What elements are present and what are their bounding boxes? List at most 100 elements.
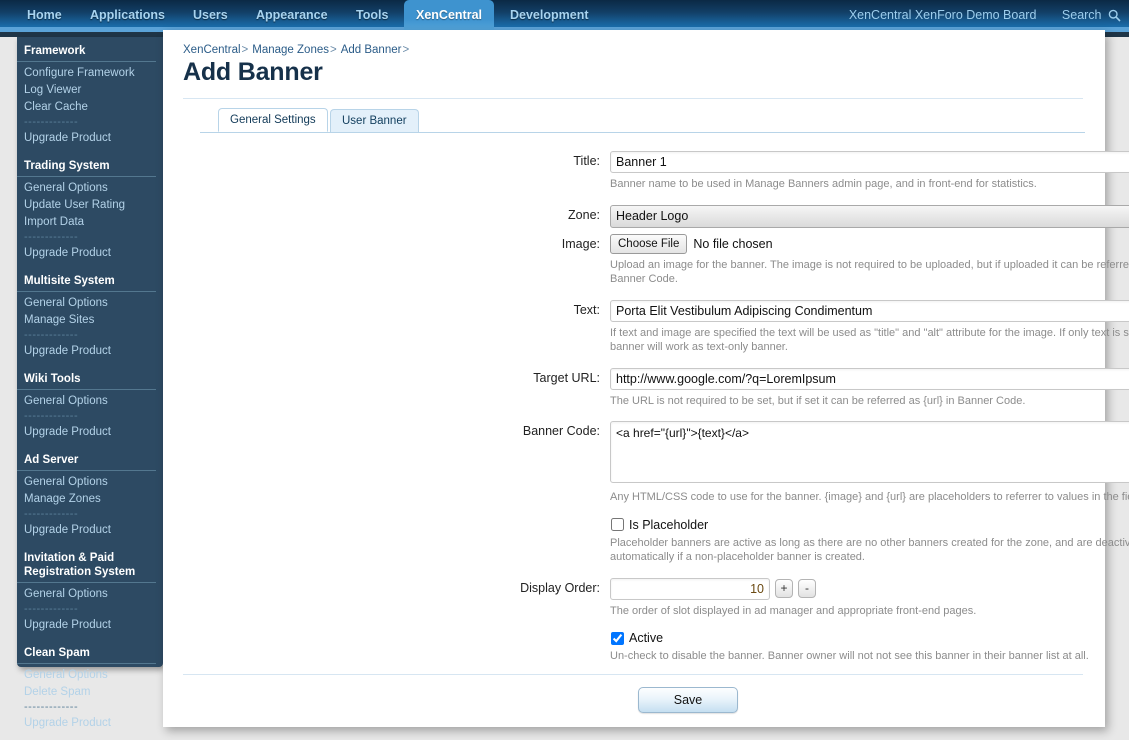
- title-input[interactable]: [610, 151, 1129, 173]
- sidebar-item-general-options[interactable]: General Options: [17, 393, 163, 410]
- nav-tab-home[interactable]: Home: [15, 0, 74, 32]
- active-checkbox[interactable]: [611, 631, 624, 645]
- target-url-label: Target URL:: [533, 370, 600, 385]
- search-label: Search: [1061, 8, 1102, 22]
- display-order-label: Display Order:: [520, 580, 600, 595]
- is-placeholder-wrap[interactable]: Is Placeholder: [610, 518, 1040, 532]
- sidebar-group-title: Trading System: [17, 158, 156, 177]
- sidebar-item-clear-cache[interactable]: Clear Cache: [17, 99, 163, 116]
- text-field-wrap: [610, 299, 1129, 322]
- sidebar-group-title: Wiki Tools: [17, 371, 156, 390]
- breadcrumb-item[interactable]: Add Banner: [341, 44, 402, 56]
- breadcrumb-item[interactable]: Manage Zones: [252, 44, 329, 56]
- tab-general-settings[interactable]: General Settings: [218, 108, 328, 132]
- tab-bar: General Settings User Banner: [200, 108, 1085, 133]
- sidebar-group: Trading System General Options Update User…: [17, 158, 163, 262]
- sidebar-divider: -------------: [24, 603, 79, 615]
- zone-field-wrap: Header Logo: [610, 204, 1129, 228]
- sidebar-group: Invitation & Paid Registration System Gen…: [17, 550, 163, 634]
- nav-tab-appearance[interactable]: Appearance: [244, 0, 340, 32]
- nav-tab-label: Applications: [90, 8, 166, 22]
- is-placeholder-label[interactable]: Is Placeholder: [629, 518, 708, 532]
- field-row-is-placeholder: Is Placeholder: [163, 518, 1105, 532]
- banner-code-hint: Any HTML/CSS code to use for the banner.…: [610, 491, 1129, 503]
- field-row-display-order: Display Order: + -: [163, 577, 1105, 600]
- field-row-title: Title:: [163, 151, 1129, 173]
- active-wrap[interactable]: Active: [610, 631, 1040, 645]
- field-row-banner-code: Banner Code: <a href="{url}">{text}</a>: [163, 421, 1129, 486]
- sidebar-item-import-data[interactable]: Import Data: [17, 214, 163, 231]
- sidebar-item-upgrade-product[interactable]: Upgrade Product: [17, 343, 163, 360]
- display-order-increment-button[interactable]: +: [775, 579, 793, 598]
- zone-select[interactable]: Header Logo: [610, 204, 1129, 228]
- save-button[interactable]: Save: [638, 686, 738, 713]
- target-url-hint: The URL is not required to be set, but i…: [610, 394, 1026, 407]
- banner-code-label: Banner Code:: [522, 424, 600, 438]
- sidebar-group-title: Framework: [17, 43, 156, 62]
- sidebar-item-general-options[interactable]: General Options: [17, 586, 163, 603]
- banner-code-field-wrap: <a href="{url}">{text}</a>: [610, 421, 1129, 486]
- search-button[interactable]: Search: [1062, 8, 1121, 22]
- sidebar-item-general-options[interactable]: General Options: [17, 180, 163, 197]
- text-hint: If text and image are specified the text…: [610, 326, 1129, 354]
- sidebar-group: Multisite System General Options Manage Si…: [17, 273, 163, 360]
- sidebar-item-upgrade-product[interactable]: Upgrade Product: [17, 617, 163, 634]
- text-label: Text:: [573, 302, 600, 317]
- banner-code-textarea[interactable]: <a href="{url}">{text}</a>: [610, 421, 1129, 483]
- sidebar-item-upgrade-product[interactable]: Upgrade Product: [17, 130, 163, 147]
- top-nav-right: XenCentral XenForo Demo Board Search: [849, 0, 1121, 32]
- display-order-decrement-button[interactable]: -: [798, 579, 816, 598]
- sidebar-item-manage-zones[interactable]: Manage Zones: [17, 491, 163, 508]
- sidebar-group: Wiki Tools General Options ------------- Up…: [17, 371, 163, 441]
- field-row-target-url: Target URL:: [163, 367, 1129, 390]
- sidebar-item-upgrade-product[interactable]: Upgrade Product: [17, 245, 163, 262]
- is-placeholder-hint: Placeholder banners are active as long a…: [610, 536, 1129, 564]
- nav-tab-applications[interactable]: Applications: [78, 0, 177, 32]
- zone-label: Zone:: [568, 207, 600, 222]
- sidebar-item-upgrade-product[interactable]: Upgrade Product: [17, 715, 163, 732]
- sidebar-divider: -------------: [24, 116, 79, 128]
- is-placeholder-checkbox[interactable]: [611, 518, 624, 531]
- sidebar-item-log-viewer[interactable]: Log Viewer: [17, 82, 163, 99]
- choose-file-button[interactable]: Choose File: [610, 233, 688, 254]
- board-name-link[interactable]: XenCentral XenForo Demo Board: [849, 8, 1037, 22]
- sidebar-item-upgrade-product[interactable]: Upgrade Product: [17, 424, 163, 441]
- nav-tab-tools[interactable]: Tools: [344, 0, 400, 32]
- sidebar-item-configure-framework[interactable]: Configure Framework: [17, 65, 163, 82]
- search-icon: [1108, 9, 1121, 22]
- target-url-input[interactable]: [610, 367, 1129, 390]
- tab-label: User Banner: [342, 115, 407, 127]
- field-row-zone: Zone: Header Logo: [163, 204, 1129, 228]
- sidebar-item-general-options[interactable]: General Options: [17, 474, 163, 491]
- sidebar-item-general-options[interactable]: General Options: [17, 295, 163, 312]
- field-row-active: Active: [163, 631, 1105, 645]
- add-banner-form: Title: Banner name to be used in Manage …: [163, 151, 1129, 713]
- nav-tab-xencentral[interactable]: XenCentral: [404, 0, 494, 32]
- sidebar-item-manage-sites[interactable]: Manage Sites: [17, 312, 163, 329]
- title-hint: Banner name to be used in Manage Banners…: [610, 178, 1037, 190]
- sidebar-group-title: Multisite System: [17, 273, 156, 292]
- nav-tab-users[interactable]: Users: [181, 0, 240, 32]
- breadcrumb: XenCentral> Manage Zones> Add Banner>: [163, 30, 1105, 56]
- active-label[interactable]: Active: [629, 631, 663, 645]
- nav-tab-label: Development: [510, 8, 589, 22]
- sidebar-item-delete-spam[interactable]: Delete Spam: [17, 684, 163, 701]
- nav-tab-label: Tools: [356, 8, 389, 22]
- sidebar-divider: -------------: [24, 329, 79, 341]
- tab-user-banner[interactable]: User Banner: [330, 109, 419, 132]
- top-navigation-bar: Home Applications Users Appearance Tools XenC…: [0, 0, 1129, 32]
- sidebar-group: Ad Server General Options Manage Zones ----…: [17, 452, 163, 539]
- text-input[interactable]: [610, 299, 1129, 322]
- sidebar-item-upgrade-product[interactable]: Upgrade Product: [17, 522, 163, 539]
- display-order-input[interactable]: [610, 577, 770, 600]
- sidebar-item-general-options[interactable]: General Options: [17, 667, 163, 684]
- breadcrumb-item[interactable]: XenCentral: [183, 44, 241, 56]
- nav-tab-label: XenCentral: [416, 8, 482, 22]
- breadcrumb-separator: >: [241, 44, 249, 56]
- form-footer: Save: [183, 673, 1083, 713]
- display-order-field-wrap: + -: [610, 577, 1040, 600]
- sidebar-item-update-user-rating[interactable]: Update User Rating: [17, 197, 163, 214]
- sidebar-group: Clean Spam General Options Delete Spam ----…: [17, 645, 163, 732]
- nav-tab-development[interactable]: Development: [498, 0, 601, 32]
- sidebar-group-title: Clean Spam: [17, 645, 156, 664]
